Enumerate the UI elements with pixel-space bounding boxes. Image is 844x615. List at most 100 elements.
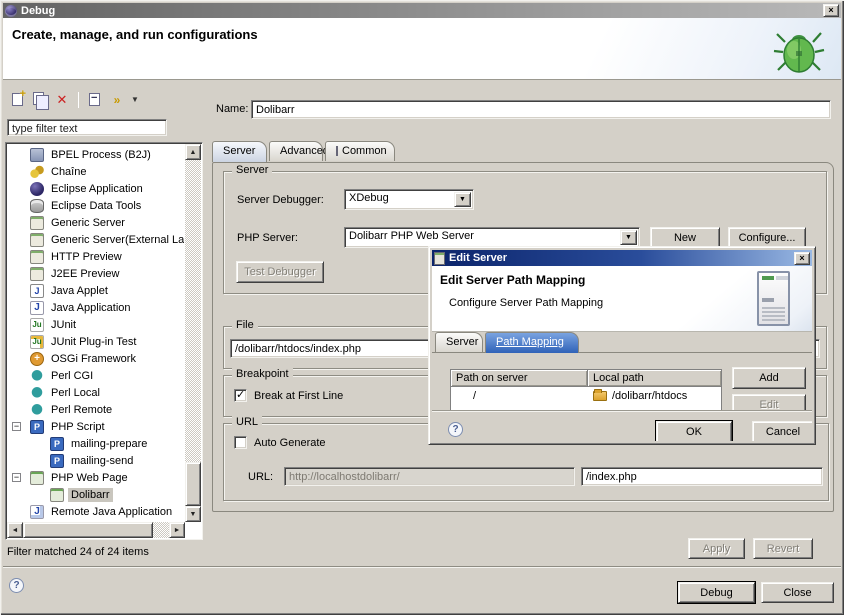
tree-item-http-preview[interactable]: HTTP Preview (8, 248, 184, 265)
collapse-toggle-icon[interactable]: − (12, 422, 21, 431)
scroll-right-icon[interactable]: ► (169, 522, 185, 538)
path-mapping-table[interactable]: Path on server Local path / /dolibarr/ht… (450, 369, 722, 415)
tab-server-settings[interactable]: Server (435, 332, 483, 352)
auto-generate-checkbox[interactable] (234, 436, 247, 449)
ok-button[interactable]: OK (656, 421, 732, 441)
base-url-input: http://localhostdolibarr/ (284, 467, 575, 486)
scroll-up-icon[interactable]: ▲ (185, 144, 201, 160)
collapse-toggle-icon[interactable]: − (12, 473, 21, 482)
vertical-scroll-thumb[interactable] (185, 462, 201, 506)
tree-item-perl-remote[interactable]: Perl Remote (8, 401, 184, 418)
dialog-header-band: Edit Server Path Mapping Configure Serve… (432, 266, 812, 332)
filter-input[interactable]: type filter text (7, 119, 167, 136)
tree-item-php-script[interactable]: −PPHP Script (8, 418, 184, 435)
close-icon[interactable]: × (794, 252, 810, 265)
tree-item-label: JUnit Plug-in Test (48, 335, 139, 349)
dropdown-arrow-icon[interactable]: ▼ (131, 92, 141, 108)
revert-button[interactable]: Revert (753, 538, 813, 559)
tab-path-mapping[interactable]: Path Mapping (485, 332, 579, 353)
tree-item-bpel-process-b2j[interactable]: BPEL Process (B2J) (8, 146, 184, 163)
column-local-path[interactable]: Local path (588, 370, 721, 387)
tree-item-label: Java Applet (48, 284, 111, 298)
tree-item-eclipse-application[interactable]: Eclipse Application (8, 180, 184, 197)
delete-icon[interactable]: ✕ (54, 92, 70, 108)
php-web-page-icon (30, 471, 44, 485)
chevron-down-icon[interactable]: ▼ (454, 192, 471, 207)
help-icon[interactable]: ? (448, 422, 463, 437)
new-server-button[interactable]: New (650, 227, 720, 248)
title-bar[interactable]: Debug × (3, 3, 841, 18)
break-first-line-checkbox[interactable] (234, 389, 247, 402)
tree-item-generic-server-external-la[interactable]: Generic Server(External La (8, 231, 184, 248)
scroll-down-icon[interactable]: ▼ (185, 506, 201, 522)
debug-window: Debug × Create, manage, and run configur… (0, 0, 844, 615)
configure-button[interactable]: Configure... (728, 227, 806, 248)
tree-item-java-applet[interactable]: J Java Applet (8, 282, 184, 299)
dialog-title-bar[interactable]: Edit Server × (432, 250, 812, 266)
tab-advanced[interactable]: Advanced (269, 141, 323, 161)
url-path-input[interactable]: /index.php (581, 467, 823, 486)
tree-item-junit[interactable]: JuJUnit (8, 316, 184, 333)
horizontal-scroll-thumb[interactable] (23, 522, 153, 538)
tree-item-osgi-framework[interactable]: +OSGi Framework (8, 350, 184, 367)
scroll-left-icon[interactable]: ◄ (7, 522, 23, 538)
chain-icon (30, 165, 44, 179)
test-debugger-button[interactable]: Test Debugger (236, 261, 324, 283)
tree-item-label: BPEL Process (B2J) (48, 148, 154, 162)
dialog-button-bar: ? OK Cancel (432, 410, 812, 441)
cancel-button[interactable]: Cancel (752, 421, 812, 441)
edit-server-dialog: Edit Server × Edit Server Path Mapping C… (428, 246, 816, 445)
chevron-down-icon[interactable]: ▼ (620, 230, 637, 245)
breakpoint-group-title: Breakpoint (232, 368, 293, 380)
tree-item-label: Remote Java Application (48, 505, 175, 519)
apply-button[interactable]: Apply (688, 538, 745, 559)
add-button[interactable]: Add (732, 367, 806, 389)
tab-common[interactable]: Common (325, 141, 395, 161)
url-group-title: URL (232, 416, 262, 428)
close-icon[interactable]: × (823, 4, 839, 17)
tree-item-java-application[interactable]: JJava Application (8, 299, 184, 316)
tree-item-label: mailing-prepare (68, 437, 150, 451)
filter-icon[interactable]: » (109, 92, 125, 108)
tree-item-mailing-send[interactable]: Pmailing-send (8, 452, 184, 469)
column-path-on-server[interactable]: Path on server (451, 370, 588, 387)
php-web-page-icon (50, 488, 64, 502)
tree-item-perl-cgi[interactable]: Perl CGI (8, 367, 184, 384)
tab-server[interactable]: Server (212, 141, 267, 162)
tree-item-label: PHP Web Page (48, 471, 131, 485)
toolbar-separator (78, 92, 79, 108)
tree-item-label: PHP Script (48, 420, 108, 434)
java-applet-icon: J (30, 284, 44, 298)
tree-item-junit-plug-in-test[interactable]: JuJUnit Plug-in Test (8, 333, 184, 350)
tree-vertical-scrollbar[interactable]: ▲ ▼ (185, 144, 201, 522)
tree-item-j2ee-preview[interactable]: J2EE Preview (8, 265, 184, 282)
php-server-select[interactable]: Dolibarr PHP Web Server ▼ (344, 227, 640, 248)
tree-item-cha-ne[interactable]: Chaîne (8, 163, 184, 180)
tree-item-label: Chaîne (48, 165, 89, 179)
server-debugger-select[interactable]: XDebug ▼ (344, 189, 474, 210)
debug-button[interactable]: Debug (678, 582, 755, 603)
tree-item-perl-local[interactable]: Perl Local (8, 384, 184, 401)
help-icon[interactable]: ? (9, 578, 24, 593)
tree-item-label: Generic Server(External La (48, 233, 184, 247)
table-icon (336, 146, 338, 156)
tree-item-remote-java-application[interactable]: JRemote Java Application (8, 503, 184, 520)
tree-item-dolibarr[interactable]: Dolibarr (8, 486, 184, 503)
server-icon (434, 252, 445, 265)
tree-horizontal-scrollbar[interactable]: ◄ ► (7, 522, 185, 538)
new-config-icon[interactable] (10, 92, 26, 108)
tree-item-mailing-prepare[interactable]: Pmailing-prepare (8, 435, 184, 452)
server-debugger-label: Server Debugger: (237, 194, 324, 206)
tree-item-php-web-page[interactable]: − PHP Web Page (8, 469, 184, 486)
table-row[interactable]: / /dolibarr/htdocs (451, 387, 721, 404)
collapse-all-icon[interactable] (87, 92, 103, 108)
tree-item-eclipse-data-tools[interactable]: Eclipse Data Tools (8, 197, 184, 214)
name-input[interactable]: Dolibarr (251, 100, 831, 119)
server-path-cell: / (451, 387, 588, 404)
close-button[interactable]: Close (761, 582, 834, 603)
server-icon (30, 267, 44, 281)
tree-item-label: Eclipse Application (48, 182, 146, 196)
tree-item-generic-server[interactable]: Generic Server (8, 214, 184, 231)
duplicate-icon[interactable] (32, 92, 48, 108)
php-server-label: PHP Server: (237, 232, 298, 244)
